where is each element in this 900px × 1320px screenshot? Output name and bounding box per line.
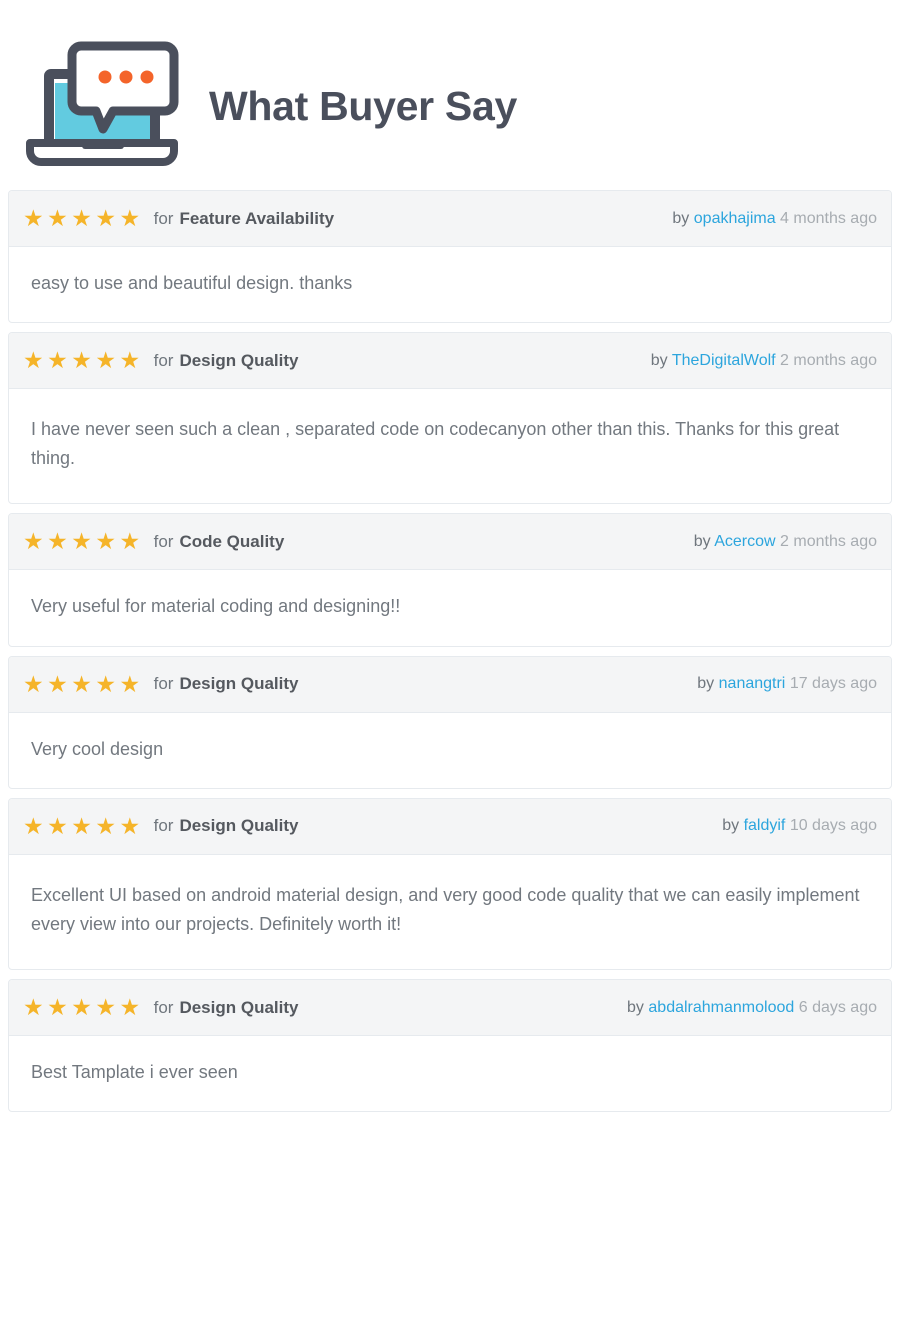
review-card: ★★★★★ for Design Quality by abdalrahmanm… — [8, 979, 892, 1113]
review-author-link[interactable]: opakhajima — [694, 210, 776, 227]
review-author-link[interactable]: Acercow — [714, 533, 775, 550]
page-title: What Buyer Say — [209, 82, 517, 129]
review-card: ★★★★★ for Design Quality by TheDigitalWo… — [8, 332, 892, 505]
review-author-link[interactable]: faldyif — [744, 817, 786, 834]
review-card: ★★★★★ for Code Quality by Acercow 2 mont… — [8, 513, 892, 647]
review-rating-group: ★★★★★ for Design Quality — [23, 349, 298, 372]
review-text: Best Tamplate i ever seen — [31, 1062, 238, 1083]
reviews-list: ★★★★★ for Feature Availability by opakha… — [0, 190, 900, 1113]
review-rating-group: ★★★★★ for Code Quality — [23, 530, 284, 553]
page-header: What Buyer Say — [0, 0, 900, 190]
review-timestamp: 4 months ago — [780, 209, 877, 227]
review-meta: by faldyif 10 days ago — [722, 817, 877, 835]
laptop-chat-bubble-icon — [26, 41, 179, 166]
page-root: What Buyer Say ★★★★★ for Feature Availab… — [0, 0, 900, 1320]
review-criteria: Design Quality — [179, 816, 299, 836]
star-rating-icon: ★★★★★ — [23, 347, 144, 374]
star-rating-icon: ★★★★★ — [23, 812, 144, 839]
review-criteria: Feature Availability — [179, 208, 335, 228]
review-card: ★★★★★ for Feature Availability by opakha… — [8, 190, 892, 324]
logo — [22, 36, 187, 176]
review-rating-group: ★★★★★ for Design Quality — [23, 996, 298, 1019]
review-author-link[interactable]: nanangtri — [719, 675, 786, 692]
review-header: ★★★★★ for Design Quality by TheDigitalWo… — [9, 333, 891, 390]
for-label: for — [153, 816, 174, 836]
review-timestamp: 17 days ago — [789, 675, 877, 693]
by-label: by — [627, 998, 644, 1016]
review-meta: by opakhajima 4 months ago — [672, 210, 877, 228]
review-meta: by Acercow 2 months ago — [694, 533, 877, 551]
review-criteria: Design Quality — [179, 997, 299, 1017]
by-label: by — [650, 351, 668, 369]
by-label: by — [697, 675, 715, 693]
review-meta: by TheDigitalWolf 2 months ago — [651, 352, 877, 370]
review-timestamp: 10 days ago — [789, 817, 877, 835]
for-label: for — [153, 997, 174, 1017]
review-header: ★★★★★ for Design Quality by faldyif 10 d… — [9, 798, 891, 855]
by-label: by — [693, 532, 711, 550]
review-criteria: Code Quality — [179, 531, 285, 551]
review-timestamp: 2 months ago — [780, 351, 877, 369]
review-header: ★★★★★ for Feature Availability by opakha… — [9, 191, 891, 247]
review-criteria: Design Quality — [179, 674, 299, 694]
review-rating-group: ★★★★★ for Design Quality — [23, 812, 299, 839]
review-meta: by nanangtri 17 days ago — [697, 675, 877, 693]
review-text: Excellent UI based on android material d… — [31, 884, 860, 934]
review-header: ★★★★★ for Design Quality by nanangtri 17… — [9, 656, 891, 713]
review-header: ★★★★★ for Design Quality by abdalrahmanm… — [9, 980, 891, 1037]
review-rating-group: ★★★★★ for Feature Availability — [23, 207, 334, 230]
review-author-link[interactable]: abdalrahmanmolood — [648, 999, 794, 1016]
review-timestamp: 2 months ago — [780, 532, 877, 550]
review-text: easy to use and beautiful design. thanks — [31, 273, 353, 293]
star-rating-icon: ★★★★★ — [23, 205, 144, 231]
review-author-link[interactable]: TheDigitalWolf — [672, 352, 776, 369]
review-timestamp: 6 days ago — [798, 998, 877, 1016]
review-rating-group: ★★★★★ for Design Quality — [23, 670, 299, 697]
star-rating-icon: ★★★★★ — [23, 670, 144, 697]
for-label: for — [153, 350, 174, 370]
for-label: for — [153, 531, 174, 551]
review-text: Very cool design — [31, 738, 164, 759]
by-label: by — [722, 817, 740, 835]
for-label: for — [153, 674, 174, 694]
review-card: ★★★★★ for Design Quality by nanangtri 17… — [8, 655, 892, 789]
star-rating-icon: ★★★★★ — [23, 528, 144, 555]
review-header: ★★★★★ for Code Quality by Acercow 2 mont… — [9, 514, 891, 571]
star-rating-icon: ★★★★★ — [23, 994, 144, 1021]
by-label: by — [672, 209, 690, 227]
review-meta: by abdalrahmanmolood 6 days ago — [627, 999, 877, 1017]
review-criteria: Design Quality — [179, 350, 299, 370]
review-text: I have never seen such a clean , separat… — [31, 419, 840, 469]
review-text: Very useful for material coding and desi… — [31, 596, 401, 617]
for-label: for — [153, 208, 174, 228]
review-card: ★★★★★ for Design Quality by faldyif 10 d… — [8, 797, 892, 971]
